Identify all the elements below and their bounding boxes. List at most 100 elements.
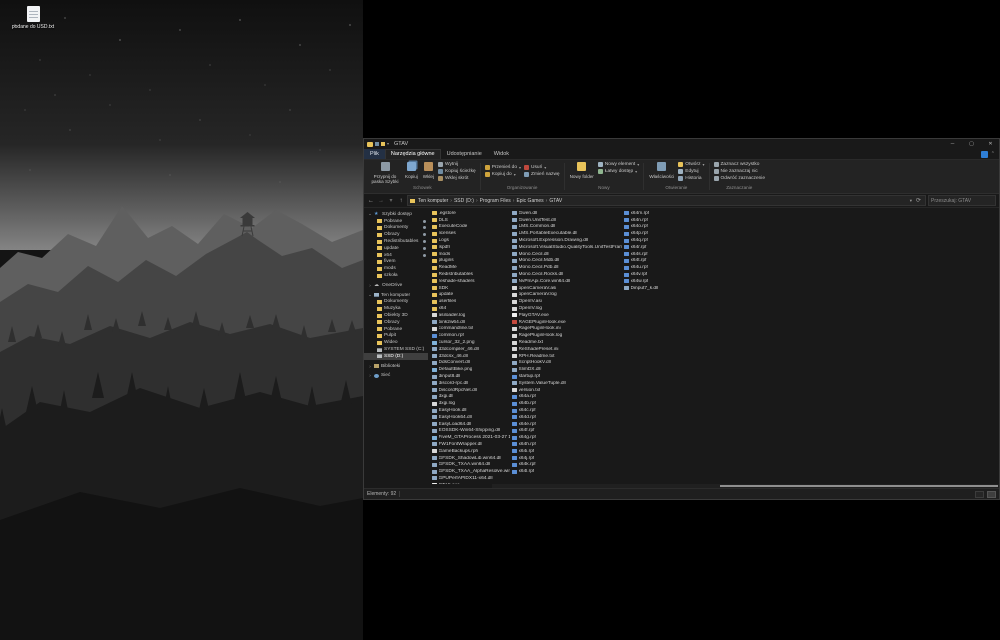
back-button[interactable]: ←	[367, 198, 375, 204]
file-item[interactable]: x64k.rpf	[510, 461, 622, 468]
maximize-button[interactable]: ▢	[963, 139, 980, 149]
file-item[interactable]: userfiles	[430, 298, 510, 305]
forward-button[interactable]: →	[377, 198, 385, 204]
tab-home[interactable]: Narzędzia główne	[384, 149, 441, 159]
file-item[interactable]: x64s.rpf	[622, 251, 742, 258]
sidebar-item[interactable]: Wideo	[364, 339, 428, 346]
sidebar-item[interactable]: Pulpit	[364, 333, 428, 340]
sidebar-section-libraries[interactable]: › Biblioteki	[364, 363, 428, 370]
file-item[interactable]: x64u.rpf	[622, 264, 742, 271]
file-item[interactable]: x64l.rpf	[510, 468, 622, 475]
breadcrumb-segment[interactable]: SSD (D:) ›	[453, 198, 479, 204]
minimize-button[interactable]: ─	[944, 139, 961, 149]
horizontal-scrollbar[interactable]	[492, 484, 999, 488]
chevron-right-icon[interactable]: ›	[368, 283, 372, 288]
address-bar[interactable]: Ten komputer › SSD (D:) › Program Files …	[407, 195, 926, 206]
file-item[interactable]: d3dcsx_46.dll	[430, 353, 510, 360]
ribbon-button[interactable]: Usuń ▾	[524, 164, 560, 171]
file-item[interactable]: cursor_32_2.png	[430, 339, 510, 346]
file-item[interactable]: Microsoft.VisualStudio.QualityTools.Unit…	[510, 244, 622, 251]
file-item[interactable]: x64	[430, 305, 510, 312]
file-item[interactable]: Gwen.dll	[510, 210, 622, 217]
sidebar-item[interactable]: x64	[364, 252, 428, 259]
file-item[interactable]: x64n.rpf	[622, 217, 742, 224]
ribbon-button[interactable]: Nowy element ▾	[597, 161, 639, 168]
file-item[interactable]: x64j.rpf	[510, 455, 622, 462]
sidebar-item[interactable]: SYSTEM SSD (C:)	[364, 346, 428, 353]
ribbon-button[interactable]: Zaznacz wszystko	[713, 161, 766, 168]
file-item[interactable]: commandline.txt	[430, 326, 510, 333]
ribbon-button[interactable]: Zmień nazwę	[524, 171, 560, 178]
file-item[interactable]: dinput8.dll	[430, 373, 510, 380]
file-item[interactable]: x64g.rpf	[510, 434, 622, 441]
file-item[interactable]: discord-rpc.dll	[430, 380, 510, 387]
breadcrumb-segment[interactable]: Ten komputer ›	[417, 198, 453, 204]
file-item[interactable]: plugins	[430, 258, 510, 265]
sidebar-item[interactable]: Redistributables	[364, 238, 428, 245]
file-item[interactable]: x64c.rpf	[510, 407, 622, 414]
ribbon-button[interactable]: Łatwy dostęp ▾	[597, 168, 639, 175]
file-item[interactable]: Readme.txt	[510, 339, 622, 346]
file-item[interactable]: EOSSDK-Win64-Shipping.dll	[430, 428, 510, 435]
file-item[interactable]: PlayGTAV.exe	[510, 312, 622, 319]
sidebar-item[interactable]: update	[364, 245, 428, 252]
file-item[interactable]: DefaultBike.png	[430, 366, 510, 373]
file-item[interactable]: openCameraV.log	[510, 292, 622, 299]
ribbon-button[interactable]: Wklej skrót	[438, 175, 476, 182]
file-item[interactable]: RAGEPluginHook.exe	[510, 319, 622, 326]
file-item[interactable]: x64h.rpf	[510, 441, 622, 448]
ribbon-button[interactable]: Nowy folder	[569, 161, 595, 184]
ribbon-button[interactable]: Przypnij do paska Szybki dostęp	[369, 161, 401, 184]
file-item[interactable]: DiscordRpcNet.dll	[430, 387, 510, 394]
file-item[interactable]: Logs	[430, 237, 510, 244]
file-item[interactable]: GPUPerfAPIDX11-x64.dll	[430, 475, 510, 482]
file-item[interactable]: x64q.rpf	[622, 237, 742, 244]
qat-properties-icon[interactable]	[375, 142, 379, 146]
sidebar-item[interactable]: Obiekty 3D	[364, 312, 428, 319]
close-button[interactable]: ✕	[982, 139, 999, 149]
file-item[interactable]: DLS	[430, 217, 510, 224]
breadcrumb-segment[interactable]: GTAV ›	[548, 198, 563, 204]
sidebar-item[interactable]: szkoła	[364, 272, 428, 279]
tab-view[interactable]: Widok	[488, 149, 515, 159]
file-item[interactable]: GFSDK_TXAA_AlphaResolve.win64.dll	[430, 468, 510, 475]
ribbon-button[interactable]: Otwórz ▾	[678, 161, 705, 168]
breadcrumb-segment[interactable]: Epic Games ›	[515, 198, 548, 204]
file-item[interactable]: licenses	[430, 230, 510, 237]
file-item[interactable]: x64e.rpf	[510, 421, 622, 428]
file-list[interactable]: .egstore DLS ExecuteCode licenses Logs l…	[428, 208, 999, 488]
ribbon-button[interactable]: Historia	[678, 175, 704, 182]
sidebar-section-quick-access[interactable]: ⌄ ★ Szybki dostęp	[364, 211, 428, 218]
file-item[interactable]: Mono.Cecil.dll	[510, 251, 622, 258]
sidebar-item[interactable]: fivem	[364, 259, 428, 266]
tab-file[interactable]: Plik	[364, 149, 385, 159]
sidebar-item[interactable]: Obrazy	[364, 319, 428, 326]
file-item[interactable]: LMS.PortableExecutable.dll	[510, 230, 622, 237]
file-item[interactable]: lspdfr	[430, 244, 510, 251]
sidebar-section-onedrive[interactable]: › ☁ OneDrive	[364, 282, 428, 289]
ribbon-button[interactable]: Wytnij	[438, 161, 476, 168]
ribbon-button[interactable]: Edytuj	[678, 168, 704, 175]
chevron-down-icon[interactable]: ⌄	[368, 211, 372, 217]
file-item[interactable]: Redistributables	[430, 271, 510, 278]
search-input[interactable]	[931, 197, 993, 204]
file-item[interactable]: dxgi.log	[430, 400, 510, 407]
file-item[interactable]: version.txt	[510, 387, 622, 394]
up-button[interactable]: ↑	[397, 198, 405, 204]
scrollbar-thumb[interactable]	[720, 485, 998, 487]
file-item[interactable]: mods	[430, 251, 510, 258]
file-item[interactable]: ReShadePreset.ini	[510, 346, 622, 353]
file-item[interactable]: x64i.rpf	[510, 448, 622, 455]
file-item[interactable]: EasyHook.dll	[430, 407, 510, 414]
file-item[interactable]: Gwen.UnitTest.dll	[510, 217, 622, 224]
file-item[interactable]: x64r.rpf	[622, 244, 742, 251]
file-item[interactable]: d3dcompiler_46.dll	[430, 346, 510, 353]
sidebar-item[interactable]: Obrazy	[364, 231, 428, 238]
file-item[interactable]: RagePluginHook.ini	[510, 326, 622, 333]
file-item[interactable]: Mono.Cecil.Rocks.dll	[510, 271, 622, 278]
file-item[interactable]: x64p.rpf	[622, 230, 742, 237]
details-view-button[interactable]	[975, 490, 984, 498]
breadcrumb-segment[interactable]: Program Files ›	[479, 198, 516, 204]
chevron-right-icon[interactable]: ›	[368, 373, 372, 378]
ribbon-button[interactable]: Nie zaznaczaj nic	[713, 168, 766, 175]
